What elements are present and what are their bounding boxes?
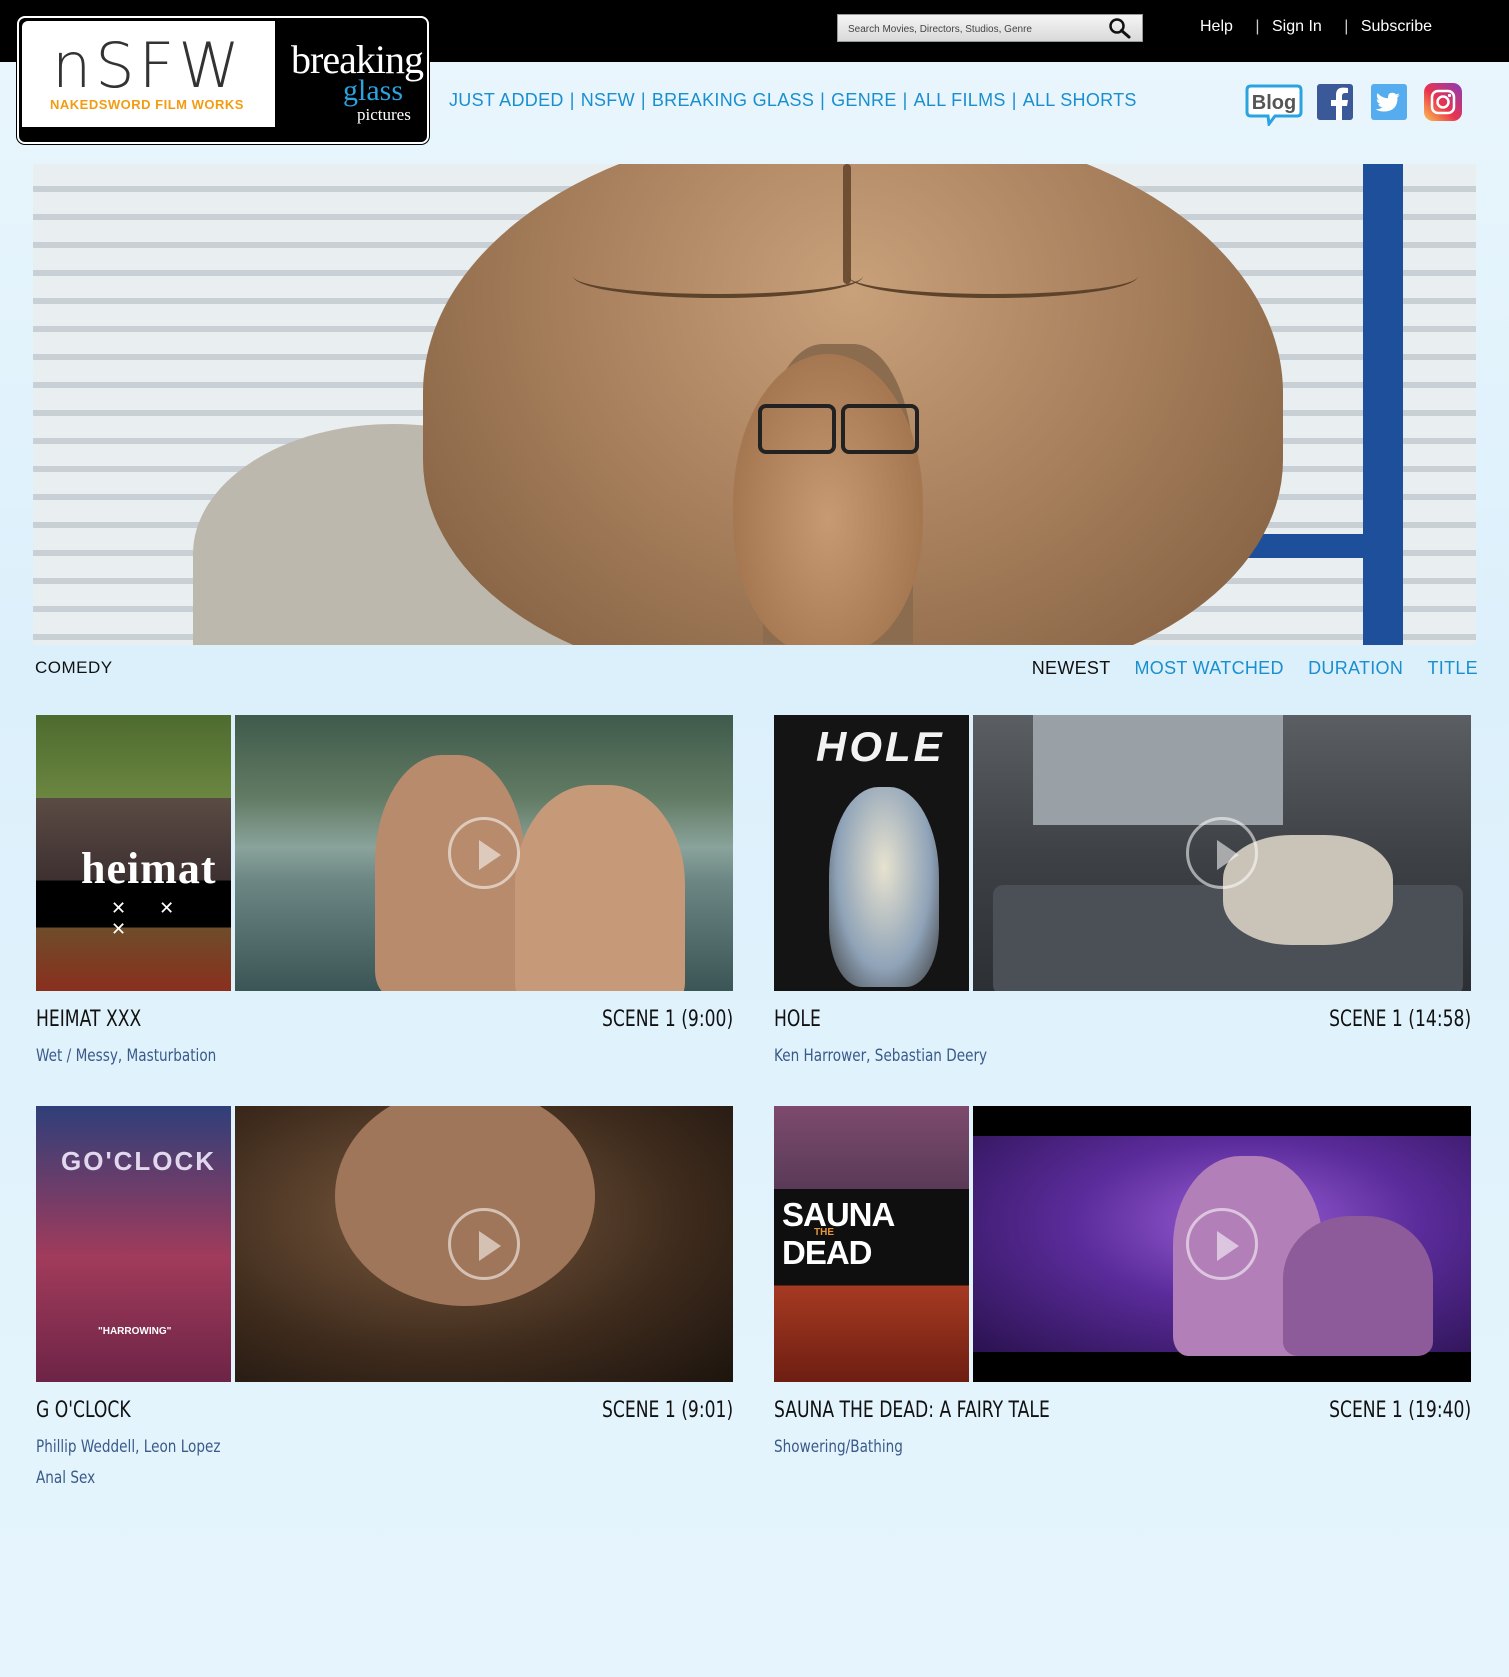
hero-face bbox=[733, 354, 923, 645]
sort-options: NEWEST MOST WATCHED DURATION TITLE bbox=[1013, 658, 1478, 679]
search-box[interactable] bbox=[837, 14, 1143, 42]
nav-separator: | bbox=[569, 90, 575, 110]
nav-separator: | bbox=[640, 90, 646, 110]
hero-banner-image[interactable] bbox=[33, 164, 1476, 645]
category-label: COMEDY bbox=[35, 658, 113, 677]
separator: | bbox=[1255, 18, 1260, 35]
search-icon[interactable] bbox=[1108, 17, 1132, 39]
poster-artwork bbox=[829, 787, 939, 987]
breaking-glass-logo-line2: glass bbox=[343, 74, 403, 107]
hero-window-frame bbox=[1238, 534, 1398, 558]
film-title[interactable]: SAUNA THE DEAD: A FAIRY TALE bbox=[774, 1398, 1050, 1423]
hero-window-frame bbox=[1363, 164, 1403, 645]
film-title[interactable]: HEIMAT XXX bbox=[36, 1007, 141, 1032]
scene-thumbnail[interactable] bbox=[973, 1106, 1471, 1382]
poster-subtitle: "HARROWING" bbox=[98, 1326, 172, 1337]
play-icon[interactable] bbox=[448, 1208, 520, 1280]
nav-nsfw[interactable]: NSFW bbox=[581, 90, 635, 110]
poster-title: HOLE bbox=[816, 723, 945, 770]
facebook-icon[interactable] bbox=[1317, 84, 1353, 120]
main-nav: JUST ADDED | NSFW | BREAKING GLASS | GENRE | ALL… bbox=[449, 90, 1137, 111]
nav-separator: | bbox=[1011, 90, 1017, 110]
film-title[interactable]: G O'CLOCK bbox=[36, 1398, 131, 1423]
breaking-glass-logo-line3: pictures bbox=[357, 105, 411, 124]
nsfw-logo-subtitle: NAKEDSWORD FILM WORKS bbox=[50, 97, 244, 112]
scene-label[interactable]: SCENE 1 (9:01) bbox=[602, 1398, 733, 1423]
poster-title: DEAD bbox=[782, 1234, 873, 1271]
site-logo[interactable]: nSFW NAKEDSWORD FILM WORKS breaking glas… bbox=[17, 16, 429, 144]
film-card: SAUNA THE DEAD SAUNA THE DEAD: A FAIRY T… bbox=[774, 1106, 1474, 1466]
play-icon[interactable] bbox=[448, 817, 520, 889]
film-tags[interactable]: Showering/Bathing bbox=[774, 1437, 903, 1457]
sort-title[interactable]: TITLE bbox=[1427, 658, 1478, 678]
scene-thumbnail[interactable] bbox=[235, 1106, 733, 1382]
scene-figure bbox=[515, 785, 685, 991]
film-tags[interactable]: Wet / Messy, Masturbation bbox=[36, 1046, 216, 1066]
sort-newest[interactable]: NEWEST bbox=[1032, 658, 1110, 678]
scene-thumbnail[interactable] bbox=[973, 715, 1471, 991]
play-icon[interactable] bbox=[1186, 817, 1258, 889]
sign-in-link[interactable]: Sign In bbox=[1272, 18, 1322, 35]
nav-all-shorts[interactable]: ALL SHORTS bbox=[1023, 90, 1137, 110]
scene-label[interactable]: SCENE 1 (19:40) bbox=[1329, 1398, 1471, 1423]
nav-breaking-glass[interactable]: BREAKING GLASS bbox=[652, 90, 814, 110]
twitter-icon[interactable] bbox=[1371, 84, 1407, 120]
nav-all-films[interactable]: ALL FILMS bbox=[914, 90, 1006, 110]
blog-label: Blog bbox=[1252, 92, 1296, 114]
scene-window bbox=[1033, 715, 1283, 825]
film-poster[interactable]: heimat ✕ ✕ ✕ bbox=[36, 715, 231, 991]
nsfw-logo-panel: nSFW NAKEDSWORD FILM WORKS bbox=[22, 21, 275, 127]
film-poster[interactable]: HOLE bbox=[774, 715, 969, 991]
sort-most-watched[interactable]: MOST WATCHED bbox=[1135, 658, 1284, 678]
poster-title: heimat bbox=[81, 844, 217, 893]
film-tags[interactable]: Anal Sex bbox=[36, 1468, 95, 1488]
poster-subtitle: ✕ ✕ ✕ bbox=[111, 898, 189, 939]
scene-thumbnail[interactable] bbox=[235, 715, 733, 991]
hero-figure-detail bbox=[573, 254, 863, 298]
film-title[interactable]: HOLE bbox=[774, 1007, 821, 1032]
scene-label[interactable]: SCENE 1 (9:00) bbox=[602, 1007, 733, 1032]
poster-title: SAUNA bbox=[782, 1196, 895, 1233]
nav-genre[interactable]: GENRE bbox=[831, 90, 897, 110]
nav-just-added[interactable]: JUST ADDED bbox=[449, 90, 564, 110]
film-card: GO'CLOCK "HARROWING" G O'CLOCK SCENE 1 (… bbox=[36, 1106, 736, 1488]
film-poster[interactable]: SAUNA THE DEAD bbox=[774, 1106, 969, 1382]
separator: | bbox=[1344, 18, 1349, 35]
blog-icon[interactable]: Blog bbox=[1245, 82, 1303, 126]
search-input[interactable] bbox=[846, 18, 1100, 40]
hero-figure-detail bbox=[848, 254, 1138, 298]
poster-title: GO'CLOCK bbox=[61, 1146, 217, 1176]
scene-figure bbox=[1283, 1216, 1433, 1356]
film-card: HOLE HOLE SCENE 1 (14:58) Ken Harrower, … bbox=[774, 715, 1474, 1075]
nav-separator: | bbox=[820, 90, 826, 110]
subscribe-link[interactable]: Subscribe bbox=[1361, 18, 1432, 35]
help-link[interactable]: Help bbox=[1200, 18, 1233, 35]
film-poster[interactable]: GO'CLOCK "HARROWING" bbox=[36, 1106, 231, 1382]
film-cast[interactable]: Ken Harrower, Sebastian Deery bbox=[774, 1046, 987, 1066]
scene-figure bbox=[335, 1106, 595, 1306]
nav-separator: | bbox=[902, 90, 908, 110]
play-icon[interactable] bbox=[1186, 1208, 1258, 1280]
hero-glasses bbox=[758, 404, 836, 454]
hero-glasses bbox=[841, 404, 919, 454]
film-card: heimat ✕ ✕ ✕ HEIMAT XXX SCENE 1 (9:00) W… bbox=[36, 715, 736, 1075]
film-cast[interactable]: Phillip Weddell, Leon Lopez bbox=[36, 1437, 221, 1457]
scene-label[interactable]: SCENE 1 (14:58) bbox=[1329, 1007, 1471, 1032]
instagram-icon[interactable] bbox=[1424, 83, 1462, 121]
account-links: Help | Sign In | Subscribe bbox=[1200, 18, 1432, 36]
sort-duration[interactable]: DURATION bbox=[1308, 658, 1403, 678]
nsfw-logo-text: nSFW bbox=[52, 29, 244, 102]
